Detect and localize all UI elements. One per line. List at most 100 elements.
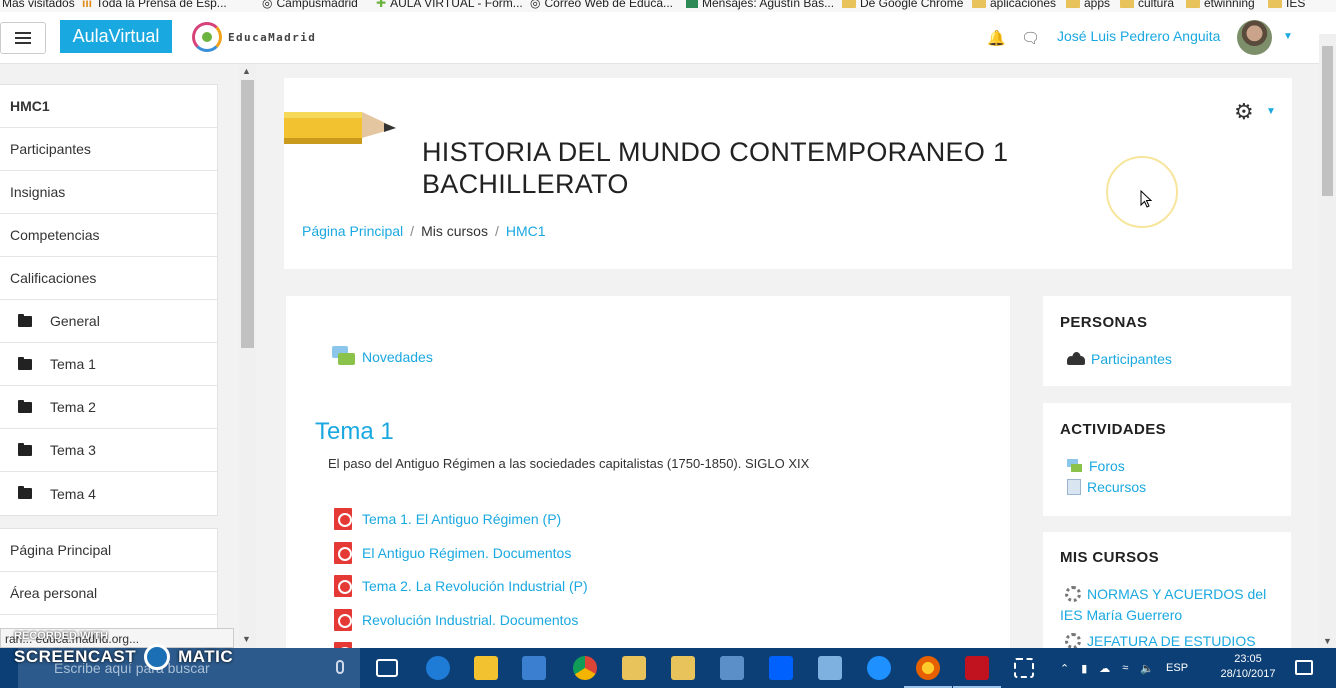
internet-explorer-icon[interactable] — [867, 656, 891, 680]
caret-down-icon[interactable]: ▼ — [1283, 31, 1293, 42]
breadcrumb-link-course[interactable]: HMC1 — [506, 223, 546, 239]
clock-time: 23:05 — [1234, 653, 1262, 665]
nav-item-general[interactable]: General — [0, 300, 217, 343]
firefox-icon[interactable] — [904, 656, 952, 688]
caret-down-icon[interactable]: ▼ — [1266, 106, 1276, 117]
nav-drawer: HMC1 Participantes Insignias Competencia… — [0, 64, 256, 648]
section-summary: El paso del Antiguo Régimen a las socied… — [328, 456, 810, 471]
language-indicator[interactable]: ESP — [1166, 662, 1188, 674]
block-mis-cursos: MIS CURSOS NORMAS Y ACUERDOS del IES Mar… — [1043, 532, 1291, 648]
microphone-icon[interactable] — [336, 660, 344, 674]
nav-item-insignias[interactable]: Insignias — [0, 171, 217, 214]
scroll-up-icon[interactable]: ▲ — [242, 66, 251, 76]
bookmark-mensajes[interactable]: Mensajes: Agustín Bas... — [686, 0, 834, 9]
folder-app-icon[interactable] — [671, 656, 695, 680]
page-scrollbar[interactable]: ▼ — [1319, 34, 1336, 648]
dropbox-icon[interactable] — [769, 656, 793, 680]
block-link-foros[interactable]: Foros — [1067, 458, 1125, 474]
task-view-icon[interactable] — [376, 659, 398, 677]
wifi-icon[interactable]: ≈ — [1122, 662, 1128, 674]
bookmark-folder-aplicaciones[interactable]: aplicaciones — [972, 0, 1056, 9]
bookmark-folder-chrome[interactable]: De Google Chrome — [842, 0, 963, 9]
bell-icon[interactable]: 🔔 — [987, 29, 1006, 47]
chevron-up-icon[interactable]: ⌃ — [1060, 662, 1069, 675]
edge-icon[interactable] — [426, 656, 450, 680]
bookmark-folder-etwinning[interactable]: etwinning — [1186, 0, 1255, 9]
action-center-icon[interactable] — [1295, 660, 1313, 675]
nav-item-competencias[interactable]: Competencias — [0, 214, 217, 257]
drawer-scrollbar[interactable]: ▲ ▼ — [239, 64, 256, 648]
educamadrid-logo-icon — [192, 22, 222, 52]
battery-icon[interactable]: ▮ — [1081, 662, 1087, 675]
nav-item-tema-2[interactable]: Tema 2 — [0, 386, 217, 429]
page-scrollbar-thumb[interactable] — [1322, 46, 1333, 196]
chrome-icon[interactable] — [573, 656, 597, 680]
gear-icon[interactable]: ⚙ — [1234, 99, 1254, 125]
forum-icon — [332, 346, 356, 368]
scroll-down-icon[interactable]: ▼ — [242, 634, 251, 644]
nav-item-tema-3[interactable]: Tema 3 — [0, 429, 217, 472]
nav-item-pagina-principal[interactable]: Página Principal — [0, 529, 217, 572]
block-link-label: Foros — [1089, 458, 1125, 474]
bookmark-folder-cultura[interactable]: cultura — [1120, 0, 1174, 9]
block-link-participantes[interactable]: Participantes — [1067, 351, 1172, 367]
bookmark-label: IES — [1286, 0, 1306, 10]
course-link-jefatura[interactable]: JEFATURA DE ESTUDIOS — [1060, 631, 1280, 648]
pdf-icon — [334, 575, 354, 597]
app-icon[interactable] — [720, 656, 744, 680]
bookmark-campusmadrid[interactable]: ◎ Campusmadrid — [262, 0, 358, 9]
resource-link-tema2[interactable]: Tema 2. La Revolución Industrial (P) — [334, 575, 588, 597]
breadcrumb-link-home[interactable]: Página Principal — [302, 223, 403, 239]
pdf-icon — [334, 609, 354, 631]
bookmark-most-visited[interactable]: Más visitados — [2, 0, 75, 9]
app-icon[interactable] — [818, 656, 842, 680]
folder-icon — [18, 399, 32, 413]
course-link-normas[interactable]: NORMAS Y ACUERDOS del IES María Guerrero — [1060, 584, 1280, 626]
bookmark-correo[interactable]: ◎ Correo Web de Educa... — [530, 0, 673, 9]
aula-virtual-brand-button[interactable]: AulaVirtual — [60, 20, 172, 53]
record-icon — [144, 644, 171, 670]
resource-link-antiguo-regimen-docs[interactable]: El Antiguo Régimen. Documentos — [334, 542, 571, 564]
drawer-toggle-button[interactable] — [0, 22, 46, 54]
cloud-icon[interactable]: ☁ — [1099, 662, 1110, 675]
avatar[interactable] — [1237, 20, 1272, 55]
user-menu-name[interactable]: José Luis Pedrero Anguita — [1057, 28, 1220, 44]
store-icon[interactable] — [522, 656, 546, 680]
chat-bubble-icon[interactable]: 🗨 — [1021, 29, 1040, 47]
course-link-label: NORMAS Y ACUERDOS del IES María Guerrero — [1060, 586, 1267, 623]
nav-item-label: Insignias — [10, 184, 66, 200]
acrobat-icon[interactable] — [953, 656, 1001, 688]
bookmark-label: aplicaciones — [990, 0, 1057, 10]
nav-item-tema-1[interactable]: Tema 1 — [0, 343, 217, 386]
folder-icon — [18, 442, 32, 456]
news-forum-link[interactable]: Novedades — [332, 346, 433, 368]
nav-item-course[interactable]: HMC1 — [0, 85, 217, 128]
nav-item-tema-4[interactable]: Tema 4 — [0, 472, 217, 515]
nav-item-area-personal[interactable]: Área personal — [0, 572, 217, 615]
folder-app-icon[interactable] — [622, 656, 646, 680]
block-link-recursos[interactable]: Recursos — [1067, 479, 1146, 495]
bookmark-folder-apps[interactable]: apps — [1066, 0, 1110, 9]
scroll-down-icon[interactable]: ▼ — [1323, 636, 1332, 646]
taskbar-clock[interactable]: 23:05 28/10/2017 — [1218, 652, 1278, 682]
nav-item-participantes[interactable]: Participantes — [0, 128, 217, 171]
breadcrumb-item-my-courses[interactable]: Mis cursos — [421, 223, 488, 239]
educamadrid-logo[interactable]: EducaMadrid — [192, 22, 316, 52]
resource-link-revolucion-docs[interactable]: Revolución Industrial. Documentos — [334, 609, 578, 631]
resource-link-tema1[interactable]: Tema 1. El Antiguo Régimen (P) — [334, 508, 561, 530]
drawer-scrollbar-thumb[interactable] — [241, 80, 254, 348]
bookmark-label: Toda la Prensa de Esp... — [96, 0, 227, 10]
section-title[interactable]: Tema 1 — [315, 418, 394, 446]
watermark-brand-left: SCREENCAST — [14, 647, 137, 666]
course-content: Novedades Tema 1 El paso del Antiguo Rég… — [286, 296, 1010, 656]
bookmark-aula-virtual[interactable]: ✚ AULA VIRTUAL - Form... — [376, 0, 523, 9]
bookmark-prensa[interactable]: ııı Toda la Prensa de Esp... — [82, 0, 227, 9]
block-actividades: ACTIVIDADES Foros Recursos — [1043, 403, 1291, 516]
volume-icon[interactable]: 🔈 — [1140, 662, 1154, 675]
nav-item-calificaciones[interactable]: Calificaciones — [0, 257, 217, 300]
resource-label: Tema 2. La Revolución Industrial (P) — [362, 578, 588, 594]
snipping-tool-icon[interactable] — [1014, 658, 1034, 678]
bookmark-folder-ies[interactable]: IES — [1268, 0, 1305, 9]
nav-item-label: Tema 1 — [50, 356, 96, 372]
file-explorer-icon[interactable] — [474, 656, 498, 680]
